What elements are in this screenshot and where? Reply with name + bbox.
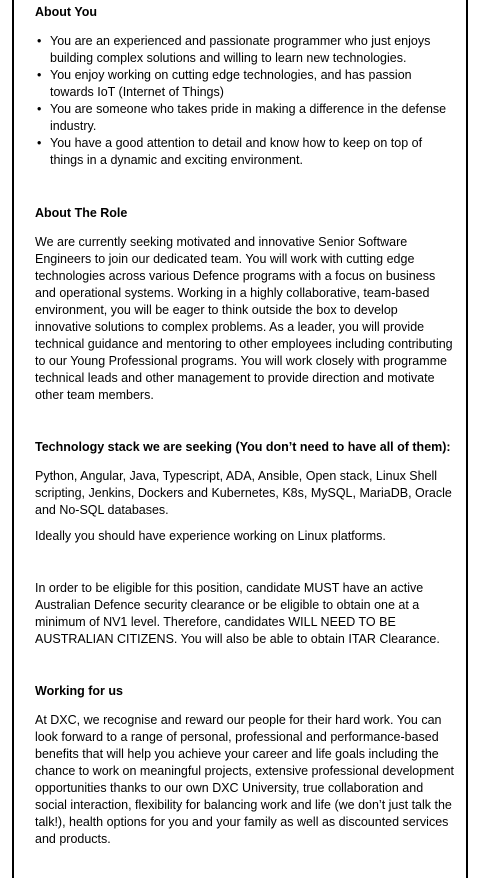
bullet-icon: • [37, 136, 42, 150]
working-for-us-text: At DXC, we recognise and reward our peop… [35, 713, 454, 846]
eligibility-text: In order to be eligible for this positio… [35, 581, 440, 646]
tech-stack-heading: Technology stack we are seeking (You don… [35, 440, 451, 454]
about-you-list: • You are an experienced and passionate p… [35, 33, 455, 169]
bullet-icon: • [37, 34, 42, 48]
about-you-heading: About You [35, 5, 98, 19]
bullet-icon: • [37, 102, 42, 116]
about-role-text: We are currently seeking motivated and i… [35, 235, 453, 402]
list-item: • You are an experienced and passionate p… [37, 34, 431, 65]
list-item: • You are someone who takes pride in maki… [37, 102, 447, 133]
linux-note: Ideally you should have experience worki… [35, 529, 386, 543]
bullet-icon: • [37, 68, 42, 82]
list-item: • You enjoy working on cutting edge techn… [37, 68, 412, 99]
about-role-heading: About The Role [35, 206, 128, 220]
tech-stack-text: Python, Angular, Java, Typescript, ADA, … [35, 469, 452, 517]
list-item: • You have a good attention to detail and… [37, 136, 423, 167]
working-for-us-heading: Working for us [35, 684, 123, 698]
job-description: About You • You are an experienced and pa… [35, 4, 455, 848]
